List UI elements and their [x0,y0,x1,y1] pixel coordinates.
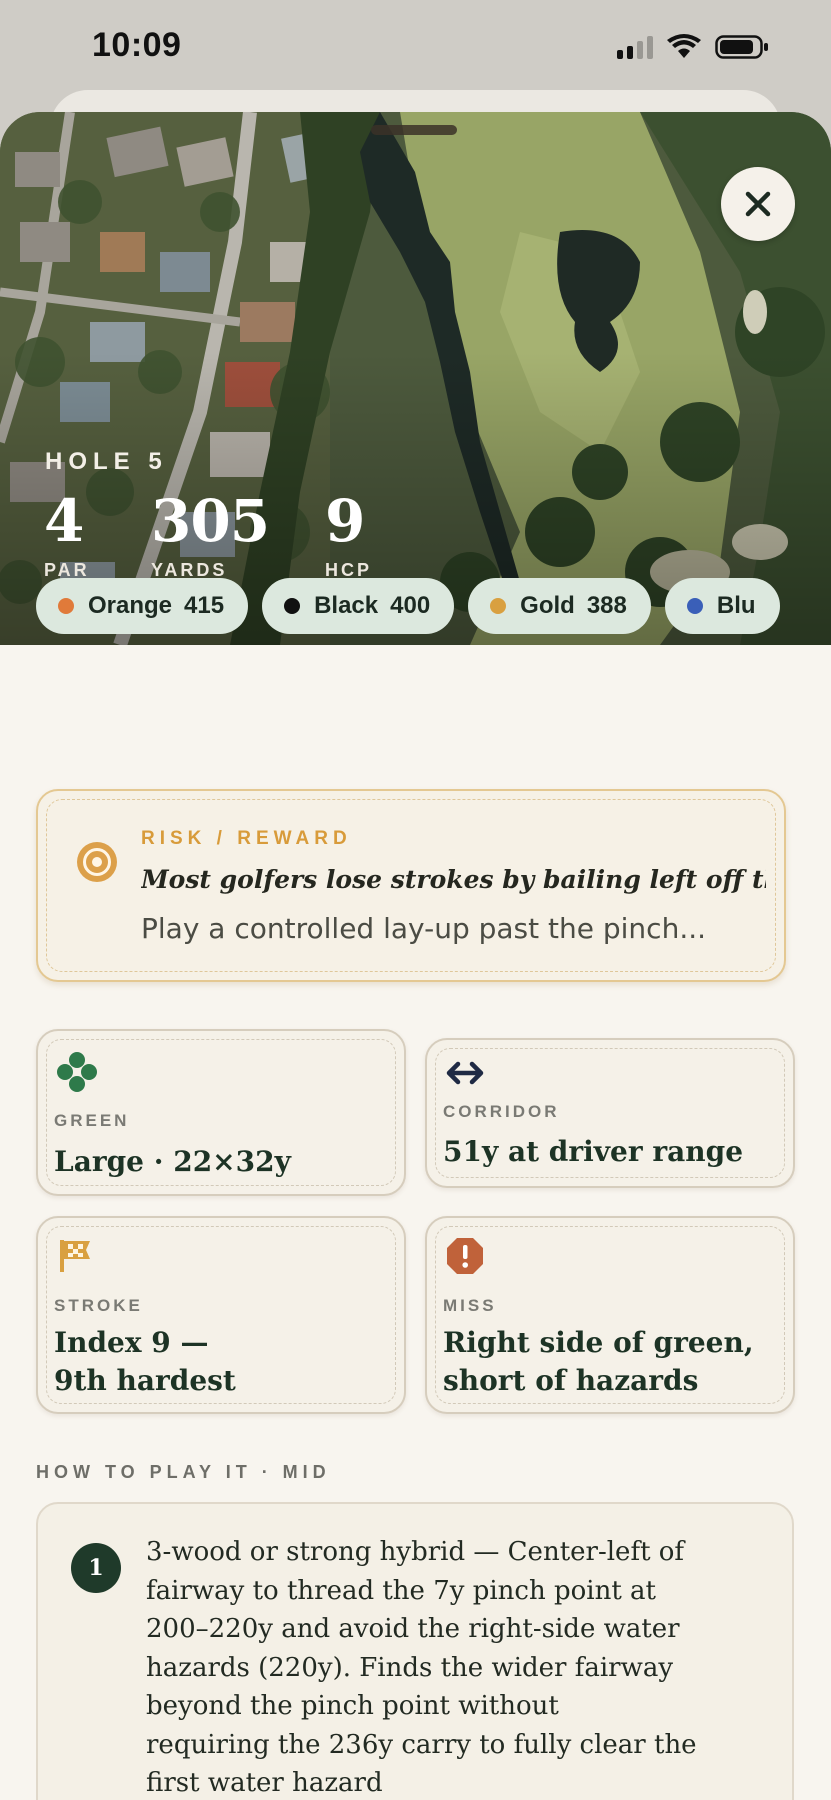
miss-card: MISS Right side of green, short of hazar… [425,1216,795,1414]
stroke-value-line1: Index 9 — [54,1326,209,1359]
par-value: 4 [44,487,84,555]
how-to-play-card: 1 3-wood or strong hybrid — Center-left … [36,1502,794,1800]
stroke-label: STROKE [54,1296,143,1315]
tee-name: Orange [88,592,173,619]
green-label: GREEN [54,1111,130,1130]
hole-label: HOLE 5 [45,448,168,475]
green-card: GREEN Large · 22×32y [36,1029,406,1196]
status-bar: 10:09 [0,0,831,92]
tee-yards: 400 [390,592,431,619]
step-line: 200–220y and avoid the right-side water [146,1614,680,1644]
corridor-card: CORRIDOR 51y at driver range [425,1038,795,1188]
aerial-course-map [0,112,831,645]
close-button[interactable] [721,167,795,241]
stroke-value-line2: 9th hardest [54,1364,236,1397]
clover-icon [57,1052,97,1092]
risk-lead: Most golfers lose strokes by bailing lef… [141,865,766,894]
tee-yards: 415 [184,592,225,619]
risk-reward-card[interactable]: RISK / REWARD Most golfers lose strokes … [36,789,786,982]
status-icons [617,34,769,60]
tee-chip-black[interactable]: Black 400 [262,578,455,634]
checkered-flag-icon [60,1240,90,1272]
miss-value-line1: Right side of green, [443,1326,754,1359]
corridor-value: 51y at driver range [443,1135,744,1168]
tee-selector: Orange 415 Black 400 Gold 388 Blu [36,578,831,634]
how-to-play-title: HOW TO PLAY IT · MID [36,1462,331,1482]
step-line: beyond the pinch point without [146,1691,559,1721]
green-value: Large · 22×32y [54,1145,291,1178]
risk-kicker: RISK / REWARD [141,828,352,849]
risk-body: Play a controlled lay-up past the pinch.… [141,912,707,945]
step-line: first water hazard [146,1768,383,1798]
par-stat: 4 PAR [44,492,90,581]
sheet-grabber[interactable] [371,125,457,135]
cellular-signal-icon [617,35,653,59]
hcp-value: 9 [325,487,365,555]
tee-color-dot [686,598,703,614]
corridor-label: CORRIDOR [443,1102,560,1121]
status-time: 10:09 [92,26,182,64]
step-line: fairway to thread the 7y pinch point at [146,1575,656,1606]
alert-octagon-icon [447,1238,483,1274]
step-line: requiring the 236y carry to fully clear … [146,1729,697,1760]
tee-name: Black [314,592,379,619]
tee-color-dot [490,598,507,614]
wifi-icon [667,34,701,58]
step-line: 3-wood or strong hybrid — Center-left of [146,1537,685,1567]
yards-value: 305 [151,487,270,555]
step-number: 1 [71,1543,121,1593]
step-text: 3-wood or strong hybrid — Center-left of… [146,1533,746,1800]
battery-icon [715,35,768,59]
tee-chip-gold[interactable]: Gold 388 [468,578,651,634]
double-arrow-icon [446,1061,484,1085]
tee-yards: 388 [586,592,627,619]
tee-color-dot [284,598,301,614]
close-icon [745,191,771,217]
miss-label: MISS [443,1296,497,1315]
stroke-card: STROKE Index 9 — 9th hardest [36,1216,406,1414]
tee-color-dot [58,598,74,614]
hcp-stat: 9 HCP [325,492,372,581]
tee-chip-orange[interactable]: Orange 415 [36,578,249,634]
miss-value-line2: short of hazards [443,1364,699,1397]
tee-chip-blue[interactable]: Blu [664,578,780,634]
tee-name: Blu [716,592,756,619]
step-line: hazards (220y). Finds the wider fairway [146,1652,674,1683]
target-icon [77,842,117,882]
tee-name: Gold [520,592,575,619]
yards-stat: 305 YARDS [151,487,270,581]
hole-hero-image: HOLE 5 4 PAR 305 YARDS 9 HCP [0,112,831,645]
